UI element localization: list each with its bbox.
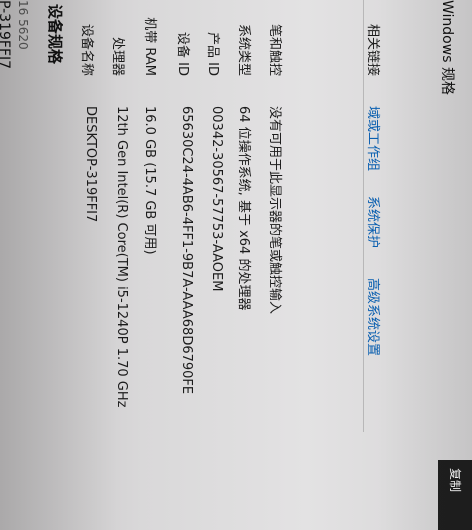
device-name-heading: P-319FFI7 [0,0,12,70]
related-links-label: 相关链接 [365,23,380,76]
about-page: P-319FFI7 16 5620 设备规格 设备名称 DESKTOP-319F… [0,0,472,530]
spec-value: 00342-30567-57753-AAOEM [209,106,224,292]
device-model-text: 16 5620 [16,0,30,50]
spec-label: 产品 ID [205,32,220,76]
spec-value: 65630C24-4AB6-4FF1-9B7A-AAA68D6790FE [179,106,194,395]
section-divider [363,0,364,432]
spec-row-system-type: 系统类型 64 位操作系统, 基于 x64 的处理器 [236,0,255,432]
spec-value: 64 位操作系统, 基于 x64 的处理器 [236,106,251,311]
link-system-protection[interactable]: 系统保护 [365,196,384,248]
spec-row-ram: 机带 RAM 16.0 GB (15.7 GB 可用) [142,0,161,432]
windows-specs-title: Windows 规格 [439,0,455,95]
spec-value: 没有可用于此显示器的笔或触控输入 [267,106,282,315]
copy-button[interactable]: 复制 [438,460,472,530]
spec-row-product-id: 产品 ID 00342-30567-57753-AAOEM [205,0,224,432]
spec-label: 设备名称 [79,23,94,76]
spec-label: 处理器 [110,36,125,76]
spec-label: 系统类型 [236,23,251,76]
spec-value: 12th Gen Intel(R) Core(TM) i5-1240P 1.70… [114,106,129,408]
spec-label: 设备 ID [175,32,190,76]
spec-row-device-name: 设备名称 DESKTOP-319FFI7 [79,0,98,432]
spec-value: 16.0 GB (15.7 GB 可用) [142,106,157,255]
spec-row-processor: 处理器 12th Gen Intel(R) Core(TM) i5-1240P … [110,0,129,432]
spec-value: DESKTOP-319FFI7 [83,106,98,223]
device-specs-panel: P-319FFI7 16 5620 设备规格 设备名称 DESKTOP-319F… [0,0,472,432]
spec-label: 笔和触控 [267,23,282,76]
spec-row-pen-touch: 笔和触控 没有可用于此显示器的笔或触控输入 [267,0,286,432]
spec-row-device-id: 设备 ID 65630C24-4AB6-4FF1-9B7A-AAA68D6790… [175,0,194,432]
link-domain-workgroup[interactable]: 域或工作组 [365,106,384,171]
spec-label: 机带 RAM [142,17,157,76]
link-advanced-system-settings[interactable]: 高级系统设置 [365,278,384,356]
device-specs-title: 设备规格 [46,4,64,65]
photo-frame: P-319FFI7 16 5620 设备规格 设备名称 DESKTOP-319F… [0,0,472,530]
